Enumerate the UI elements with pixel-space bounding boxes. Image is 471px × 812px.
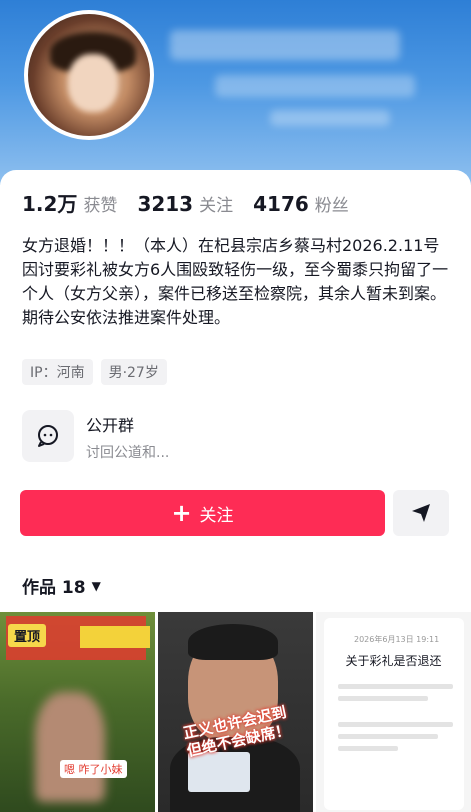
group-entry[interactable]: 公开群 讨回公道和... <box>22 410 452 466</box>
group-title: 公开群 <box>86 416 135 435</box>
group-chat-icon <box>22 410 74 462</box>
follow-button[interactable]: + 关注 <box>20 490 385 536</box>
profile-bio: 女方退婚！！！（本人）在杞县宗店乡蔡马村2026.2.11号因讨要彩礼被女方6人… <box>22 236 449 327</box>
thumb-date: 2026年6月13日 19:11 <box>354 635 440 644</box>
profile-tags: IP：河南 男·27岁 <box>22 359 167 385</box>
stat-following[interactable]: 3213 关注 <box>137 191 233 216</box>
avatar[interactable] <box>24 10 154 140</box>
work-thumb-3[interactable]: 2026年6月13日 19:11 关于彩礼是否退还 <box>316 612 471 812</box>
pinned-badge: 置顶 <box>8 624 47 647</box>
profile-banner <box>0 0 471 185</box>
works-tab-label: 作品 18 <box>22 578 86 598</box>
blurred-info-2 <box>270 110 390 126</box>
stat-likes[interactable]: 1.2万 获赞 <box>22 188 117 217</box>
group-subtitle: 讨回公道和... <box>86 445 170 461</box>
work-thumb-2[interactable]: 正义也许会迟到 但绝不会缺席！ <box>158 612 313 812</box>
works-grid: 置顶 嗯 咋了小妹 正义也许会迟到 但绝不会缺席！ 2026年6月13日 19:… <box>0 612 471 812</box>
follow-label: 关注 <box>199 505 234 526</box>
thumb-caption: 嗯 咋了小妹 <box>60 760 127 778</box>
stat-following-label: 关注 <box>199 196 234 216</box>
ip-tag: IP：河南 <box>22 359 93 385</box>
caret-down-icon: ▼ <box>91 578 101 593</box>
work-thumb-1[interactable]: 置顶 嗯 咋了小妹 <box>0 612 155 812</box>
stat-followers-label: 粉丝 <box>314 196 349 216</box>
blurred-username <box>170 30 400 60</box>
blurred-info <box>215 75 415 97</box>
works-tab[interactable]: 作品 18 ▼ <box>22 573 101 598</box>
profile-card: 1.2万 获赞 3213 关注 4176 粉丝 女方退婚！！！（本人）在杞县宗店… <box>0 170 471 812</box>
send-message-button[interactable] <box>393 490 449 536</box>
stat-followers-num: 4176 <box>253 192 309 216</box>
stat-followers[interactable]: 4176 粉丝 <box>253 191 349 216</box>
plus-icon: + <box>171 499 192 527</box>
stat-following-num: 3213 <box>137 192 194 216</box>
stats-row: 1.2万 获赞 3213 关注 4176 粉丝 <box>22 188 349 217</box>
stat-likes-label: 获赞 <box>83 196 118 216</box>
stat-likes-num: 1.2万 <box>22 192 78 216</box>
gender-age-tag: 男·27岁 <box>100 359 167 385</box>
send-icon <box>412 504 430 522</box>
thumb-title: 关于彩礼是否退还 <box>345 654 442 668</box>
